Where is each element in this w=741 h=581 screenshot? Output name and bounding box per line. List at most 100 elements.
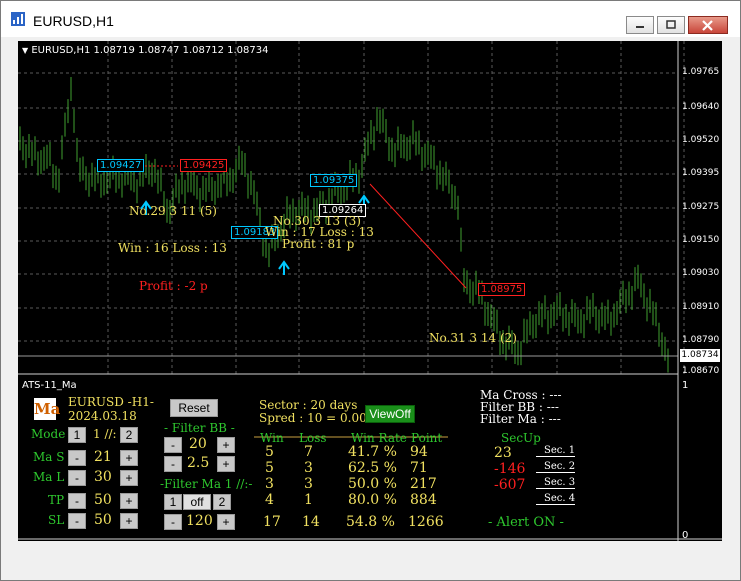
- stats-cell: 7: [304, 444, 313, 460]
- sl-value: 50: [94, 512, 112, 528]
- filter-ma-value[interactable]: off: [183, 494, 211, 510]
- stats-cell: 41.7 %: [348, 444, 397, 460]
- ma-l-minus-button[interactable]: -: [68, 470, 86, 486]
- tp-plus-button[interactable]: +: [120, 493, 138, 509]
- chart-window-icon: [11, 12, 25, 26]
- chart-area[interactable]: ▼ EURUSD,H1 1.08719 1.08747 1.08712 1.08…: [18, 41, 722, 541]
- price-tick-label: 1.08790: [682, 335, 720, 345]
- reset-button[interactable]: Reset: [170, 399, 218, 417]
- sl-label: SL: [48, 513, 65, 527]
- secup-value: 23: [494, 445, 512, 461]
- filter-ma-minus-button[interactable]: -: [164, 514, 182, 530]
- filter-ma-status: Filter Ma : ---: [480, 412, 561, 426]
- chart-symbol-prices: EURUSD,H1 1.08719 1.08747 1.08712 1.0873…: [31, 45, 269, 56]
- stats-cell: 5: [265, 444, 274, 460]
- title-bar[interactable]: EURUSD,H1: [1, 1, 740, 37]
- order-label-3: 1.09375: [310, 174, 358, 187]
- col-header-loss: Loss: [299, 431, 327, 445]
- winloss-label-1: Win : 16 Loss : 13: [118, 241, 227, 255]
- view-off-button[interactable]: ViewOff: [365, 405, 415, 423]
- ma-l-label: Ma L: [33, 470, 65, 484]
- symbol-label: EURUSD -H1-: [68, 395, 154, 409]
- date-label: 2024.03.18: [68, 409, 137, 423]
- ma-s-value: 21: [94, 449, 112, 465]
- col-header-win: Win: [260, 431, 284, 445]
- indicator-scale-top: 1: [682, 380, 689, 391]
- filter-bb-title: - Filter BB -: [164, 421, 235, 435]
- mode-1-button[interactable]: 1: [68, 427, 86, 443]
- stats-cell: 217: [410, 476, 437, 492]
- filter-ma-period: 120: [186, 513, 213, 529]
- stats-cell: 884: [410, 492, 437, 508]
- secup-label: Sec. 4: [536, 493, 576, 505]
- order-label-6: 1.08975: [478, 283, 526, 296]
- price-tick-label: 1.09520: [682, 135, 720, 145]
- indicator-scale-bottom: 0: [682, 530, 689, 541]
- window-title: EURUSD,H1: [33, 13, 114, 29]
- chart-menu-icon[interactable]: ▼: [22, 46, 28, 55]
- stats-cell: 80.0 %: [348, 492, 397, 508]
- stats-total-cell: 14: [302, 514, 320, 530]
- bb-dev-plus-button[interactable]: +: [217, 456, 235, 472]
- mode-2-button[interactable]: 2: [120, 427, 138, 443]
- secup-label: Sec. 3: [536, 477, 576, 489]
- minimize-icon: [636, 26, 644, 28]
- maximize-button[interactable]: [657, 16, 685, 34]
- price-tick-label: 1.09275: [682, 202, 720, 212]
- price-tick-label: 1.08670: [682, 366, 720, 376]
- chart-header: ▼ EURUSD,H1 1.08719 1.08747 1.08712 1.08…: [22, 45, 268, 56]
- secup-title: SecUp: [501, 431, 541, 445]
- tp-label: TP: [48, 493, 65, 507]
- stats-cell: 3: [304, 460, 313, 476]
- mode-label: Mode: [31, 427, 66, 441]
- sector-label: Sector : 20 days: [259, 398, 358, 412]
- filter-ma-2-button[interactable]: 2: [213, 494, 231, 510]
- bb-dev-minus-button[interactable]: -: [164, 456, 182, 472]
- close-button[interactable]: [688, 16, 728, 34]
- stats-cell: 62.5 %: [348, 460, 397, 476]
- bb-period-minus-button[interactable]: -: [164, 437, 182, 453]
- bb-dev-value: 2.5: [187, 455, 210, 471]
- ma-logo: Ma: [34, 398, 61, 420]
- ma-l-plus-button[interactable]: +: [120, 470, 138, 486]
- secup-label: Sec. 2: [536, 461, 576, 473]
- price-tick-label: 1.09640: [682, 102, 720, 112]
- close-icon: [702, 20, 713, 31]
- secup-label: Sec. 1: [536, 445, 576, 457]
- bb-period-value: 20: [189, 436, 207, 452]
- ma-s-label: Ma S: [33, 450, 65, 464]
- filter-ma-1-button[interactable]: 1: [164, 494, 182, 510]
- stats-total-cell: 17: [263, 514, 281, 530]
- stats-cell: 1: [304, 492, 313, 508]
- sl-plus-button[interactable]: +: [120, 513, 138, 529]
- alert-status: - Alert ON -: [488, 515, 564, 530]
- profit-label-2: Profit : 81 p: [282, 237, 355, 251]
- stats-total-cell: 54.8 %: [346, 514, 395, 530]
- col-header-point: Point: [411, 431, 443, 445]
- stats-cell: 3: [265, 476, 274, 492]
- profit-label-1: Profit : -2 p: [139, 279, 208, 293]
- bb-period-plus-button[interactable]: +: [217, 437, 235, 453]
- maximize-icon: [666, 20, 676, 29]
- bottom-bar: [1, 564, 740, 580]
- mode-value: 1 //:: [93, 427, 117, 441]
- stats-cell: 71: [410, 460, 428, 476]
- secup-value: -146: [494, 461, 526, 477]
- price-tick-label: 1.09765: [682, 67, 720, 77]
- ma-s-minus-button[interactable]: -: [68, 450, 86, 466]
- tp-minus-button[interactable]: -: [68, 493, 86, 509]
- stats-cell: 4: [265, 492, 274, 508]
- sl-minus-button[interactable]: -: [68, 513, 86, 529]
- stats-cell: 5: [265, 460, 274, 476]
- price-tick-label: 1.09395: [682, 168, 720, 178]
- trade-no29-label: No.29 3 11 (5): [129, 204, 217, 218]
- tp-value: 50: [94, 492, 112, 508]
- filter-ma-plus-button[interactable]: +: [217, 514, 235, 530]
- price-tick-label: 1.08910: [682, 302, 720, 312]
- ma-l-value: 30: [94, 469, 112, 485]
- stats-cell: 3: [304, 476, 313, 492]
- ma-s-plus-button[interactable]: +: [120, 450, 138, 466]
- stats-total-cell: 1266: [408, 514, 444, 530]
- stats-cell: 94: [410, 444, 428, 460]
- minimize-button[interactable]: [626, 16, 654, 34]
